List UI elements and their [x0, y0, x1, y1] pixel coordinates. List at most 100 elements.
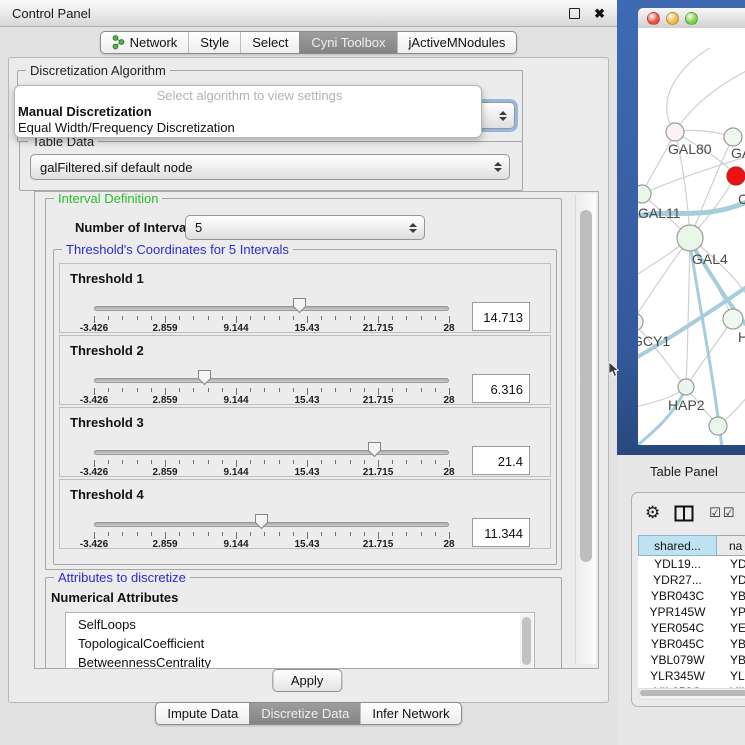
threshold-value-field[interactable]: 21.4 [472, 446, 530, 475]
slider-tick [293, 388, 294, 392]
slider-track[interactable] [94, 450, 449, 455]
attribute-list-item[interactable]: BetweennessCentrality [78, 653, 534, 669]
tab-network[interactable]: Network [101, 32, 189, 53]
slider-tick-label: 2.859 [152, 395, 177, 406]
slider-tick [335, 388, 336, 392]
apply-button[interactable]: Apply [272, 669, 343, 692]
num-intervals-combobox[interactable]: 5 [185, 215, 425, 240]
threshold-slider[interactable]: -3.4262.8599.14415.4321.71528 [94, 480, 449, 550]
slider-tick [321, 316, 322, 320]
table-horizontal-scrollbar[interactable] [638, 688, 745, 700]
slider-tick-label: 21.715 [363, 323, 394, 334]
slider-thumb[interactable] [367, 441, 382, 458]
slider-track[interactable] [94, 306, 449, 311]
network-node-gal4[interactable] [677, 225, 703, 251]
table-row[interactable]: YLR345WYLR3 [638, 668, 745, 684]
slider-tick-label: 2.859 [152, 467, 177, 478]
network-node-ga[interactable] [724, 128, 742, 146]
numerical-attributes-list[interactable]: SelfLoopsTopologicalCoefficientBetweenne… [65, 612, 535, 669]
scrollbar-thumb[interactable] [580, 210, 592, 562]
network-node-gal11[interactable] [638, 185, 651, 203]
slider-tick [236, 316, 237, 323]
threshold-slider[interactable]: -3.4262.8599.14415.4321.71528 [94, 408, 449, 478]
tab-label: Discretize Data [261, 706, 349, 721]
table-row[interactable]: YBR043CYBR0 [638, 588, 745, 604]
attribute-list-item[interactable]: TopologicalCoefficient [78, 634, 534, 653]
tab-cyni-toolbox[interactable]: Cyni Toolbox [299, 32, 396, 53]
network-node-hap2[interactable] [678, 379, 694, 395]
slider-tick-label: 28 [443, 323, 454, 334]
tab-jactivemnodules[interactable]: jActiveMNodules [397, 32, 517, 53]
slider-track[interactable] [94, 378, 449, 383]
table-row[interactable]: YBL079WYBL0 [638, 652, 745, 668]
table-cell: YLR345W [638, 668, 717, 684]
gear-icon[interactable]: ⚙ [645, 503, 660, 523]
slider-thumb[interactable] [254, 513, 269, 530]
threshold-value-field[interactable]: 6.316 [472, 374, 530, 403]
table-row[interactable]: YDL19...YDL1 [638, 556, 745, 572]
slider-track[interactable] [94, 522, 449, 527]
slider-tick-label: 28 [443, 467, 454, 478]
threshold-slider[interactable]: -3.4262.8599.14415.4321.71528 [94, 336, 449, 406]
slider-tick [321, 532, 322, 536]
table-data-combobox[interactable]: galFiltered.sif default node [30, 154, 510, 180]
column-header-shared[interactable]: shared... [638, 535, 717, 556]
network-canvas[interactable]: GAL80GACGAL11GAL4GCY1HHAP2 [638, 28, 745, 445]
table-row[interactable]: YDR27...YDR2 [638, 572, 745, 588]
node-attribute-table[interactable]: shared...na YDL19...YDL1YDR27...YDR2YBR0… [638, 535, 745, 688]
slider-tick [321, 460, 322, 464]
slider-thumb[interactable] [197, 369, 212, 386]
slider-tick [179, 532, 180, 536]
slider-thumb[interactable] [292, 297, 307, 314]
minimize-traffic-light-icon[interactable] [666, 12, 679, 25]
float-window-icon[interactable] [569, 8, 580, 19]
tab-impute-data[interactable]: Impute Data [156, 703, 249, 724]
slider-tick [250, 460, 251, 464]
slider-tick [122, 460, 123, 464]
node-label: H [738, 329, 745, 345]
column-header-na[interactable]: na [717, 535, 745, 556]
settings-scrollbar[interactable] [575, 194, 596, 664]
network-graph[interactable]: GAL80GACGAL11GAL4GCY1HHAP2 [638, 28, 745, 445]
attributes-scrollbar[interactable] [520, 614, 533, 669]
dropdown-option-equal-width[interactable]: Equal Width/Frequency Discretization [15, 120, 481, 136]
network-node-c[interactable] [727, 167, 745, 185]
slider-tick [94, 388, 95, 395]
slider-tick [94, 316, 95, 323]
scrollbar-thumb[interactable] [522, 617, 531, 665]
threshold-slider[interactable]: -3.4262.8599.14415.4321.71528 [94, 264, 449, 334]
slider-tick [193, 388, 194, 392]
tab-discretize-data[interactable]: Discretize Data [249, 703, 360, 724]
attribute-list-item[interactable]: SelfLoops [78, 615, 534, 634]
tab-style[interactable]: Style [188, 32, 240, 53]
threshold-value-field[interactable]: 14.713 [472, 302, 530, 331]
table-cell: YER054C [638, 620, 717, 636]
zoom-traffic-light-icon[interactable] [685, 12, 698, 25]
slider-tick [307, 460, 308, 467]
close-icon[interactable]: ✖ [594, 7, 605, 20]
slider-tick [335, 532, 336, 536]
scrollbar-thumb[interactable] [640, 690, 745, 696]
slider-tick [421, 460, 422, 464]
network-node-gcy1[interactable] [638, 313, 643, 331]
dropdown-option-manual[interactable]: Manual Discretization [15, 104, 481, 120]
slider-tick [165, 460, 166, 467]
slider-tick [137, 460, 138, 464]
table-row[interactable]: YER054CYER0 [638, 620, 745, 636]
table-row[interactable]: YBR045CYBR0 [638, 636, 745, 652]
slider-tick [449, 532, 450, 539]
tab-label: Style [200, 35, 229, 50]
columns-icon[interactable] [674, 505, 694, 522]
checkbox-icon[interactable]: ☑ [709, 505, 721, 521]
tab-select[interactable]: Select [240, 32, 299, 53]
network-node-h[interactable] [723, 309, 743, 329]
checkbox-icon[interactable]: ☑ [723, 505, 735, 521]
network-node-gal80[interactable] [666, 123, 684, 141]
network-node[interactable] [709, 417, 727, 435]
tab-infer-network[interactable]: Infer Network [360, 703, 460, 724]
threshold-value-field[interactable]: 11.344 [472, 518, 530, 547]
tab-label: Select [252, 35, 288, 50]
slider-tick [406, 460, 407, 464]
close-traffic-light-icon[interactable] [647, 12, 660, 25]
table-row[interactable]: YPR145WYPR1 [638, 604, 745, 620]
